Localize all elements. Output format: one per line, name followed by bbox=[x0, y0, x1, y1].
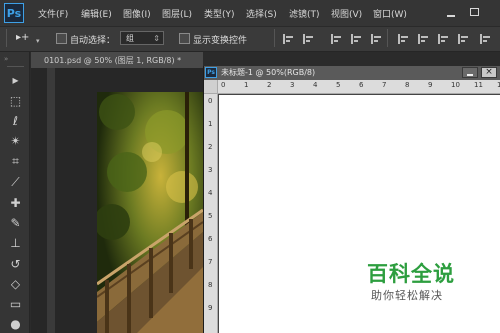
distribute-left-icon[interactable] bbox=[458, 34, 470, 44]
eraser-tool-icon[interactable]: ◇ bbox=[7, 276, 24, 293]
align-vcenter-icon[interactable] bbox=[303, 34, 315, 44]
move-tool-preset-icon[interactable]: ▸+ bbox=[16, 32, 29, 43]
marquee-tool-icon[interactable]: ⬚ bbox=[7, 93, 24, 110]
photoshop-logo: Ps bbox=[4, 3, 24, 23]
options-divider bbox=[274, 29, 275, 47]
ruler-left-number: 9 bbox=[208, 304, 213, 312]
ruler-horizontal-ticks: 0123456789101112 bbox=[219, 80, 500, 94]
menu-type[interactable]: 类型(Y) bbox=[204, 7, 235, 20]
ruler-top-number: 10 bbox=[451, 81, 460, 89]
watermark-subtitle: 助你轻松解决 bbox=[371, 289, 443, 302]
ruler-top-number: 0 bbox=[221, 81, 226, 89]
align-hcenter-icon[interactable] bbox=[371, 34, 383, 44]
toolbox-grip bbox=[7, 66, 24, 67]
distribute-vcenter-icon[interactable] bbox=[418, 34, 430, 44]
window-minimize-button[interactable] bbox=[443, 5, 459, 19]
ruler-top-number: 3 bbox=[290, 81, 295, 89]
toolbox-collapse-icon[interactable]: » bbox=[4, 55, 8, 63]
menu-window[interactable]: 窗口(W) bbox=[373, 7, 407, 20]
menu-select[interactable]: 选择(S) bbox=[246, 7, 277, 20]
ruler-top-number: 1 bbox=[244, 81, 249, 89]
align-bottom-icon[interactable] bbox=[331, 34, 343, 44]
doc2-ps-icon: Ps bbox=[205, 67, 217, 78]
ruler-top-number: 11 bbox=[474, 81, 483, 89]
options-grip bbox=[6, 29, 7, 47]
doc1-title[interactable]: 0101.psd @ 50% (图层 1, RGB/8) * bbox=[44, 55, 181, 66]
menu-layer[interactable]: 图层(L) bbox=[162, 7, 192, 20]
eyedropper-tool-icon[interactable]: ⟋ bbox=[7, 174, 24, 191]
distribute-top-icon[interactable] bbox=[398, 34, 410, 44]
history-brush-tool-icon[interactable]: ↺ bbox=[7, 256, 24, 273]
menu-edit[interactable]: 编辑(E) bbox=[81, 7, 112, 20]
ruler-top-number: 8 bbox=[405, 81, 410, 89]
ruler-left-number: 7 bbox=[208, 258, 213, 266]
move-tool-icon[interactable]: ▸ bbox=[7, 72, 24, 89]
window-restore-button[interactable] bbox=[466, 5, 482, 19]
ruler-vertical-ticks: 0 1 2 3 4 5 6 7 8 9 bbox=[204, 95, 218, 333]
auto-select-checkbox[interactable] bbox=[56, 33, 67, 44]
gradient-tool-icon[interactable]: ▭ bbox=[7, 296, 24, 313]
crop-tool-icon[interactable]: ⌗ bbox=[7, 153, 24, 170]
blur-tool-icon[interactable]: ● bbox=[7, 316, 24, 333]
distribute-bottom-icon[interactable] bbox=[438, 34, 450, 44]
ruler-top-number: 7 bbox=[382, 81, 387, 89]
ruler-left-number: 1 bbox=[208, 120, 213, 128]
show-transform-label: 显示变换控件 bbox=[193, 36, 248, 46]
ruler-left-number: 0 bbox=[208, 97, 213, 105]
ruler-top-number: 2 bbox=[267, 81, 272, 89]
watermark-title: 百科全说 bbox=[367, 262, 455, 286]
clone-stamp-tool-icon[interactable]: ⊥ bbox=[7, 235, 24, 252]
ruler-top-number: 5 bbox=[336, 81, 341, 89]
doc2-title: 未标题-1 @ 50%(RGB/8) bbox=[221, 68, 316, 77]
menu-view[interactable]: 视图(V) bbox=[331, 7, 362, 20]
doc2-close-button[interactable]: × bbox=[481, 67, 497, 78]
doc2-minimize-button[interactable] bbox=[462, 67, 478, 78]
distribute-hcenter-icon[interactable] bbox=[480, 34, 492, 44]
ruler-left-number: 6 bbox=[208, 235, 213, 243]
auto-select-label: 自动选择： bbox=[70, 36, 116, 46]
ruler-left-number: 5 bbox=[208, 212, 213, 220]
menu-image[interactable]: 图像(I) bbox=[123, 7, 151, 20]
doc1-ruler bbox=[47, 68, 55, 333]
ruler-left-number: 4 bbox=[208, 189, 213, 197]
ruler-top-number: 9 bbox=[428, 81, 433, 89]
blank-canvas[interactable] bbox=[219, 95, 500, 333]
forest-bridge-image bbox=[97, 92, 203, 333]
brush-tool-icon[interactable]: ✎ bbox=[7, 215, 24, 232]
align-top-icon[interactable] bbox=[283, 34, 295, 44]
align-left-icon[interactable] bbox=[351, 34, 363, 44]
ruler-top-number: 4 bbox=[313, 81, 318, 89]
menu-filter[interactable]: 滤镜(T) bbox=[289, 7, 320, 20]
options-divider-2 bbox=[387, 29, 388, 47]
auto-select-dropdown[interactable]: 组 bbox=[120, 31, 164, 46]
ruler-left-number: 8 bbox=[208, 281, 213, 289]
ruler-origin[interactable] bbox=[204, 80, 218, 94]
healing-brush-tool-icon[interactable]: ✚ bbox=[7, 195, 24, 212]
ruler-left-number: 2 bbox=[208, 143, 213, 151]
ruler-left-number: 3 bbox=[208, 166, 213, 174]
ruler-top-number: 6 bbox=[359, 81, 364, 89]
lasso-tool-icon[interactable]: ℓ bbox=[7, 113, 24, 130]
show-transform-checkbox[interactable] bbox=[179, 33, 190, 44]
magic-wand-tool-icon[interactable]: ✴ bbox=[7, 133, 24, 150]
menu-file[interactable]: 文件(F) bbox=[38, 7, 68, 20]
preset-dropdown-arrow-icon[interactable]: ▾ bbox=[36, 37, 40, 45]
